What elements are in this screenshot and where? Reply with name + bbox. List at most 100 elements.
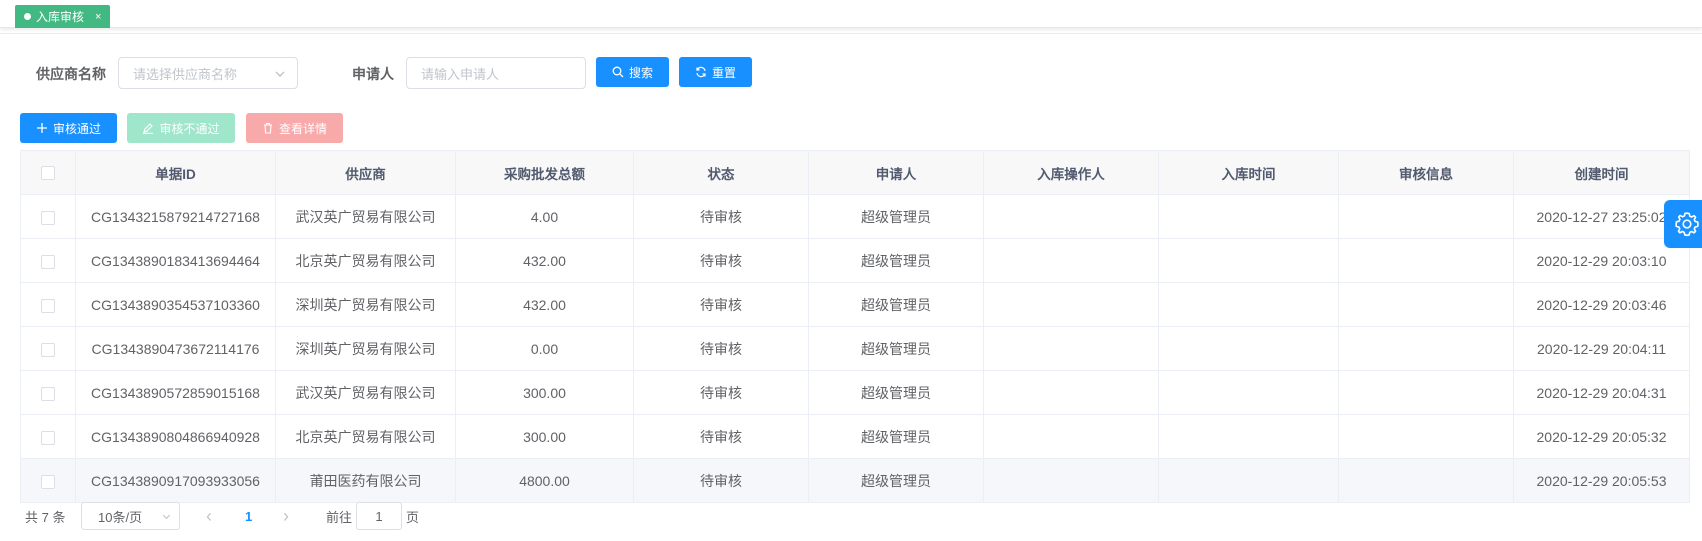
header-divider: [0, 33, 1702, 34]
applicant-input[interactable]: 请输入申请人: [406, 57, 586, 89]
cell-status: 待审核: [633, 326, 809, 371]
col-total-amount: 采购批发总额: [455, 150, 634, 195]
plus-icon: [36, 123, 47, 133]
goto-page-input[interactable]: 1: [356, 502, 402, 530]
col-audit-info: 审核信息: [1338, 150, 1514, 195]
row-checkbox[interactable]: [41, 298, 55, 313]
table-row[interactable]: CG1343215879214727168 武汉英广贸易有限公司 4.00 待审…: [20, 194, 1690, 239]
reset-button[interactable]: 重置: [679, 57, 752, 87]
cell-supplier: 莆田医药有限公司: [275, 458, 456, 503]
cell-inbound-operator: [983, 194, 1159, 239]
cell-order-id: CG1343890804866940928: [75, 414, 276, 459]
cell-order-id: CG1343215879214727168: [75, 194, 276, 239]
select-all-checkbox[interactable]: [41, 166, 55, 181]
supplier-placeholder: 请选择供应商名称: [133, 66, 238, 82]
cell-applicant: 超级管理员: [808, 458, 984, 503]
col-inbound-operator: 入库操作人: [983, 150, 1159, 195]
cell-created-time: 2020-12-29 20:03:10: [1513, 238, 1690, 283]
cell-inbound-operator: [983, 282, 1159, 327]
table-header-row: 单据ID 供应商 采购批发总额 状态 申请人 入库操作人 入库时间 审核信息 创…: [20, 150, 1690, 195]
search-button[interactable]: 搜索: [596, 57, 669, 87]
search-label: 搜索: [628, 65, 653, 80]
approve-button[interactable]: 审核通过: [20, 113, 117, 143]
cell-supplier: 深圳英广贸易有限公司: [275, 282, 456, 327]
col-applicant: 申请人: [808, 150, 984, 195]
row-checkbox[interactable]: [41, 254, 55, 269]
cell-created-time: 2020-12-29 20:04:31: [1513, 370, 1690, 415]
table-row[interactable]: CG1343890572859015168 武汉英广贸易有限公司 300.00 …: [20, 370, 1690, 415]
cell-applicant: 超级管理员: [808, 282, 984, 327]
cell-status: 待审核: [633, 238, 809, 283]
cell-created-time: 2020-12-29 20:04:11: [1513, 326, 1690, 371]
cell-status: 待审核: [633, 282, 809, 327]
cell-audit-info: [1338, 194, 1514, 239]
tab-label: 入库审核: [36, 10, 85, 24]
cell-audit-info: [1338, 238, 1514, 283]
reject-button[interactable]: 审核不通过: [127, 113, 235, 143]
cell-inbound-time: [1158, 370, 1339, 415]
cell-inbound-time: [1158, 238, 1339, 283]
row-checkbox[interactable]: [41, 386, 55, 401]
table-row[interactable]: CG1343890917093933056 莆田医药有限公司 4800.00 待…: [20, 458, 1690, 503]
cell-order-id: CG1343890572859015168: [75, 370, 276, 415]
cell-total-amount: 4800.00: [455, 458, 634, 503]
tags-view: 入库审核 ×: [0, 0, 1702, 28]
cell-total-amount: 4.00: [455, 194, 634, 239]
cell-applicant: 超级管理员: [808, 238, 984, 283]
row-select-cell: [20, 238, 76, 283]
col-status: 状态: [633, 150, 809, 195]
cell-order-id: CG1343890917093933056: [75, 458, 276, 503]
row-checkbox[interactable]: [41, 474, 55, 489]
cell-total-amount: 0.00: [455, 326, 634, 371]
row-checkbox[interactable]: [41, 210, 55, 225]
row-select-cell: [20, 326, 76, 371]
supplier-select[interactable]: 请选择供应商名称: [118, 57, 298, 89]
total-count: 共 7 条: [25, 509, 66, 525]
current-page[interactable]: 1: [245, 502, 252, 530]
cell-total-amount: 300.00: [455, 370, 634, 415]
cell-supplier: 武汉英广贸易有限公司: [275, 194, 456, 239]
search-icon: [612, 66, 624, 78]
row-select-cell: [20, 414, 76, 459]
settings-button[interactable]: [1664, 200, 1702, 248]
reject-label: 审核不通过: [159, 121, 220, 136]
next-page-button[interactable]: ›: [283, 502, 289, 530]
table-row[interactable]: CG1343890183413694464 北京英广贸易有限公司 432.00 …: [20, 238, 1690, 283]
cell-inbound-operator: [983, 238, 1159, 283]
tab-inbound-audit[interactable]: 入库审核 ×: [15, 5, 111, 28]
cell-created-time: 2020-12-29 20:05:32: [1513, 414, 1690, 459]
page-size-select[interactable]: 10条/页: [81, 502, 180, 530]
cell-applicant: 超级管理员: [808, 414, 984, 459]
table-row[interactable]: CG1343890354537103360 深圳英广贸易有限公司 432.00 …: [20, 282, 1690, 327]
row-checkbox[interactable]: [41, 342, 55, 357]
applicant-label: 申请人: [352, 66, 394, 82]
view-detail-button[interactable]: 查看详情: [246, 113, 343, 143]
refresh-icon: [696, 66, 706, 78]
edit-icon: [143, 123, 154, 134]
close-icon[interactable]: ×: [95, 11, 101, 23]
cell-supplier: 北京英广贸易有限公司: [275, 238, 456, 283]
col-supplier: 供应商: [275, 150, 456, 195]
cell-status: 待审核: [633, 414, 809, 459]
audit-table: 单据ID 供应商 采购批发总额 状态 申请人 入库操作人 入库时间 审核信息 创…: [20, 150, 1690, 503]
cell-inbound-time: [1158, 194, 1339, 239]
supplier-label: 供应商名称: [36, 66, 106, 82]
select-all-cell: [20, 150, 76, 195]
table-row[interactable]: CG1343890804866940928 北京英广贸易有限公司 300.00 …: [20, 414, 1690, 459]
cell-status: 待审核: [633, 458, 809, 503]
table-row[interactable]: CG1343890473672114176 深圳英广贸易有限公司 0.00 待审…: [20, 326, 1690, 371]
applicant-placeholder: 请输入申请人: [421, 66, 500, 82]
filter-form: 供应商名称 请选择供应商名称 申请人 请输入申请人 搜索 重置: [0, 57, 1702, 89]
chevron-down-icon: [275, 71, 285, 77]
prev-page-button[interactable]: ‹: [206, 502, 212, 530]
cell-audit-info: [1338, 326, 1514, 371]
cell-total-amount: 300.00: [455, 414, 634, 459]
pagination: 共 7 条 10条/页 ‹ 1 › 前往 1 页: [0, 502, 1702, 530]
cell-status: 待审核: [633, 370, 809, 415]
cell-created-time: 2020-12-29 20:03:46: [1513, 282, 1690, 327]
cell-status: 待审核: [633, 194, 809, 239]
row-select-cell: [20, 458, 76, 503]
page-size-value: 10条/页: [98, 509, 143, 525]
cell-inbound-time: [1158, 282, 1339, 327]
row-checkbox[interactable]: [41, 430, 55, 445]
